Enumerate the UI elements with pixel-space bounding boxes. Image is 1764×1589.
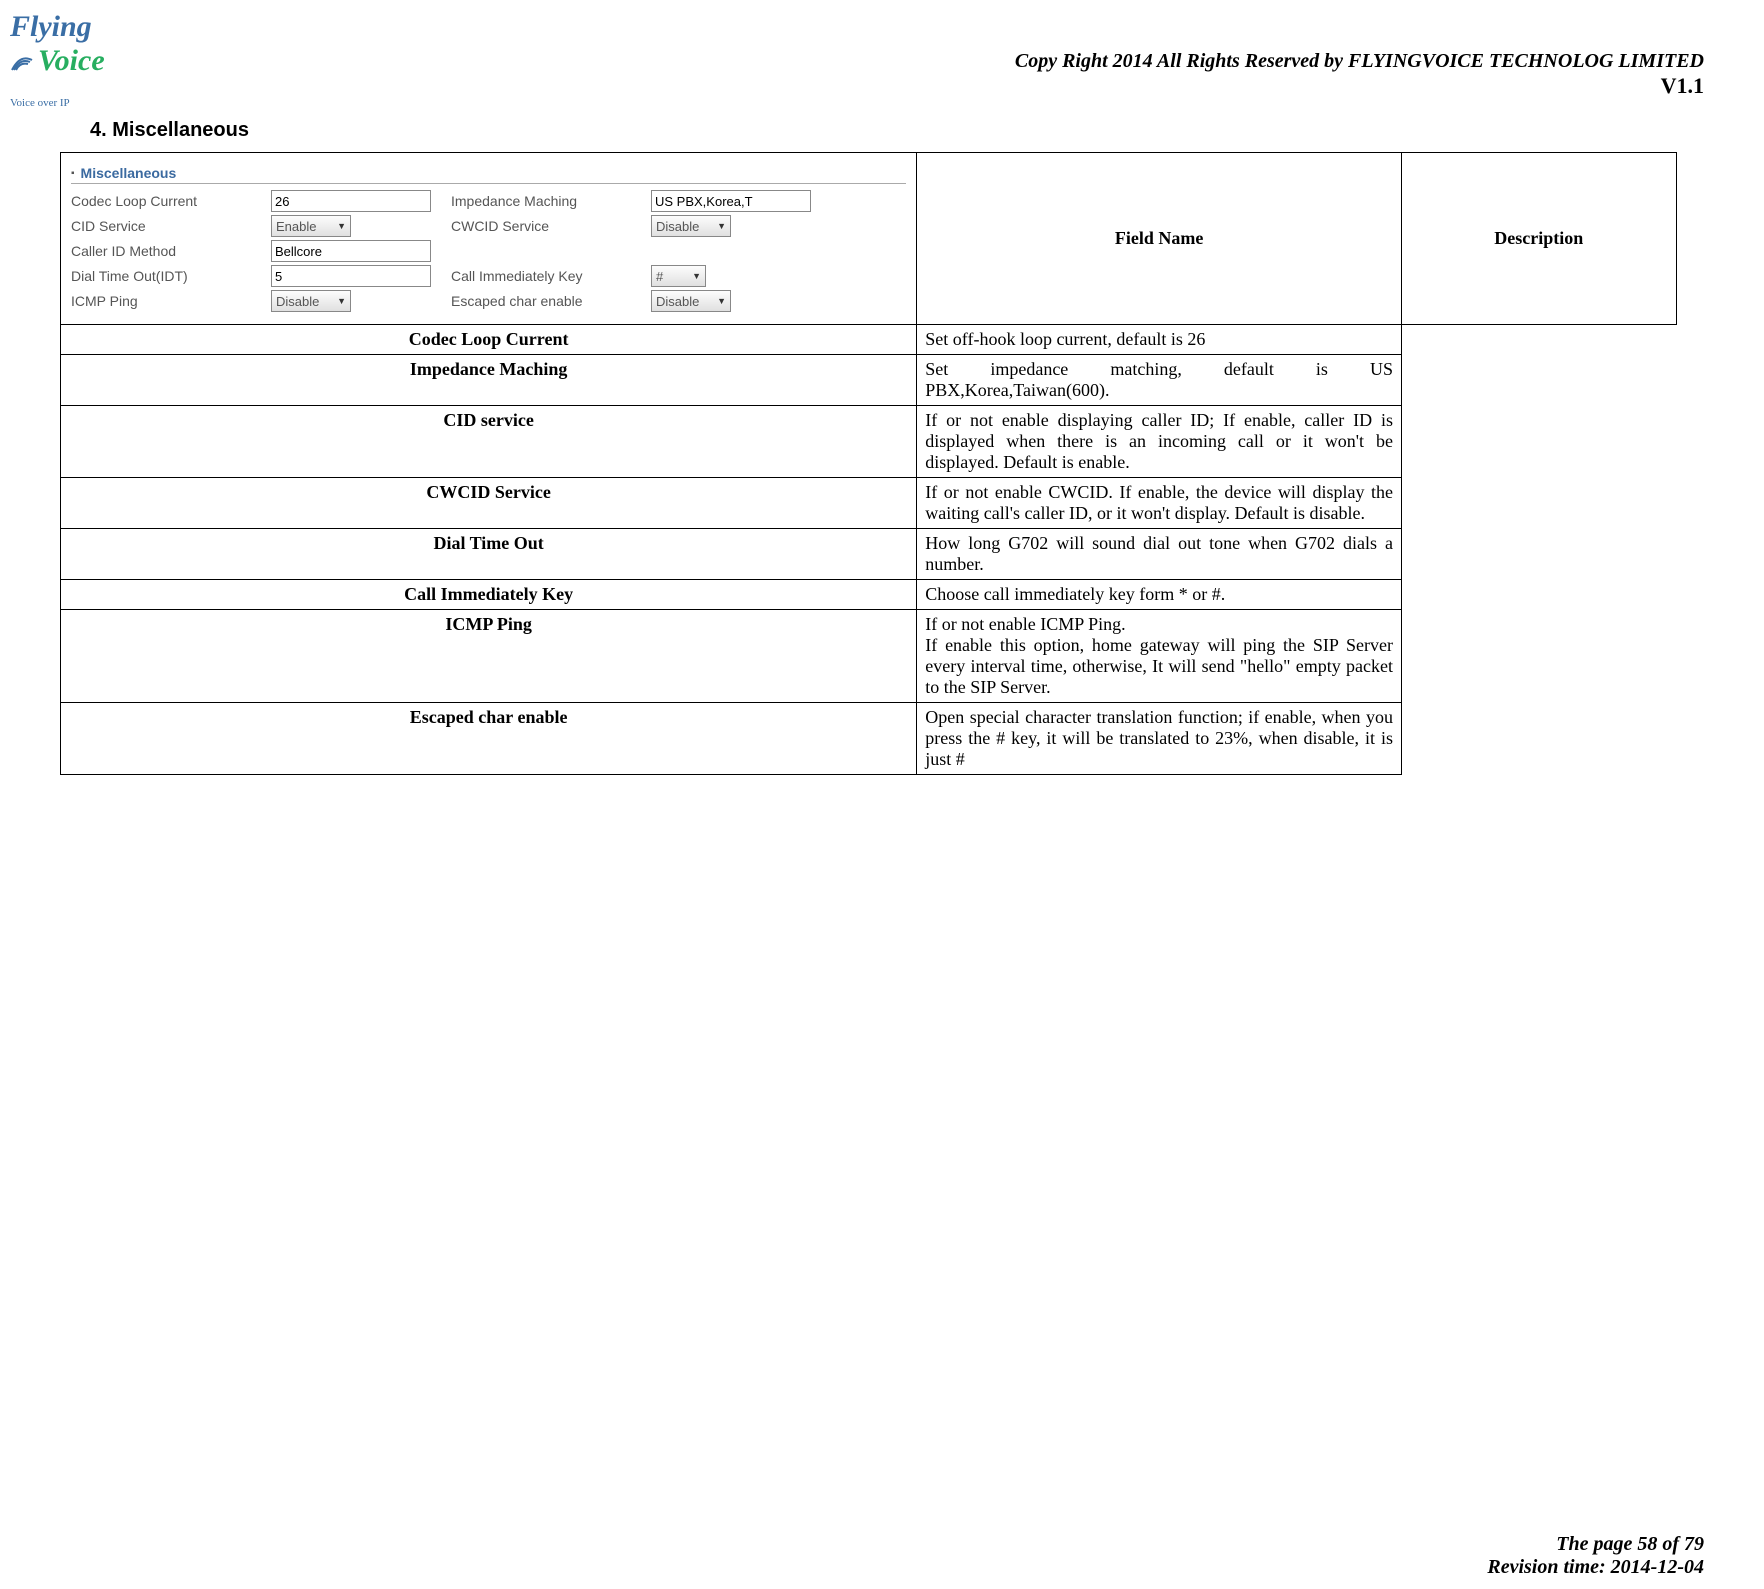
logo-tagline: Voice over IP [10,97,70,109]
chevron-down-icon: ▼ [337,296,346,306]
logo-brand2: Voice [38,44,105,77]
copyright-text: Copy Right 2014 All Rights Reserved by F… [1015,50,1704,72]
field-desc-cell: If or not enable displaying caller ID; I… [917,406,1402,478]
chevron-down-icon: ▼ [717,221,726,231]
field-name-cell: Dial Time Out [61,529,917,580]
setting-label: Codec Loop Current [71,193,271,209]
field-name-cell: Call Immediately Key [61,580,917,610]
logo-brand1: Flying [10,10,92,43]
th-desc: Description [1401,153,1676,325]
setting-label: Caller ID Method [71,243,271,259]
section-heading: 4. Miscellaneous [90,119,1704,142]
setting-label: Impedance Maching [451,193,651,209]
field-name-cell: CID service [61,406,917,478]
chevron-down-icon: ▼ [717,296,726,306]
setting-select[interactable]: Disable▼ [651,215,731,237]
pane-legend: Miscellaneous [71,165,906,184]
misc-settings-pane: Miscellaneous Codec Loop Current Impedanc… [61,153,916,324]
field-name-cell: Codec Loop Current [61,325,917,355]
page-footer: The page 58 of 79 Revision time: 2014-12… [1487,1533,1704,1579]
field-desc-cell: If or not enable CWCID. If enable, the d… [917,478,1402,529]
setting-input[interactable] [271,190,431,212]
setting-label: ICMP Ping [71,293,271,309]
setting-label: Call Immediately Key [451,268,651,284]
field-desc-cell: If or not enable ICMP Ping. If enable th… [917,610,1402,703]
wifi-icon [10,54,38,72]
chevron-down-icon: ▼ [337,221,346,231]
section-title: Miscellaneous [112,119,249,141]
field-name-cell: CWCID Service [61,478,917,529]
setting-label: Escaped char enable [451,293,651,309]
chevron-down-icon: ▼ [692,271,701,281]
ui-screenshot-cell: Miscellaneous Codec Loop Current Impedanc… [61,153,917,325]
footer-page: The page 58 of 79 [1556,1533,1704,1555]
field-desc-cell: Choose call immediately key form * or #. [917,580,1402,610]
field-desc-cell: Set impedance matching, default is US PB… [917,355,1402,406]
brand-logo: Flying Voice Voice over IP [10,10,105,114]
version-text: V1.1 [1661,73,1704,98]
field-desc-cell: Open special character translation funct… [917,703,1402,775]
description-table: Miscellaneous Codec Loop CurrentImpedanc… [60,152,1677,775]
setting-label: CID Service [71,218,271,234]
setting-input[interactable] [271,240,431,262]
th-field: Field Name [917,153,1402,325]
setting-select[interactable]: Enable▼ [271,215,351,237]
footer-revision: Revision time: 2014-12-04 [1487,1556,1704,1578]
setting-select[interactable]: #▼ [651,265,706,287]
field-name-cell: Escaped char enable [61,703,917,775]
field-desc-cell: Set off-hook loop current, default is 26 [917,325,1402,355]
field-desc-cell: How long G702 will sound dial out tone w… [917,529,1402,580]
setting-select[interactable]: Disable▼ [651,290,731,312]
setting-input[interactable] [271,265,431,287]
section-number: 4. [90,119,107,141]
header-right: Copy Right 2014 All Rights Reserved by F… [20,20,1704,99]
setting-input[interactable] [651,190,811,212]
setting-label: CWCID Service [451,218,651,234]
field-name-cell: ICMP Ping [61,610,917,703]
setting-select[interactable]: Disable▼ [271,290,351,312]
field-name-cell: Impedance Maching [61,355,917,406]
settings-grid: Codec Loop Current Impedance Maching CID S… [71,190,906,312]
setting-label: Dial Time Out(IDT) [71,268,271,284]
